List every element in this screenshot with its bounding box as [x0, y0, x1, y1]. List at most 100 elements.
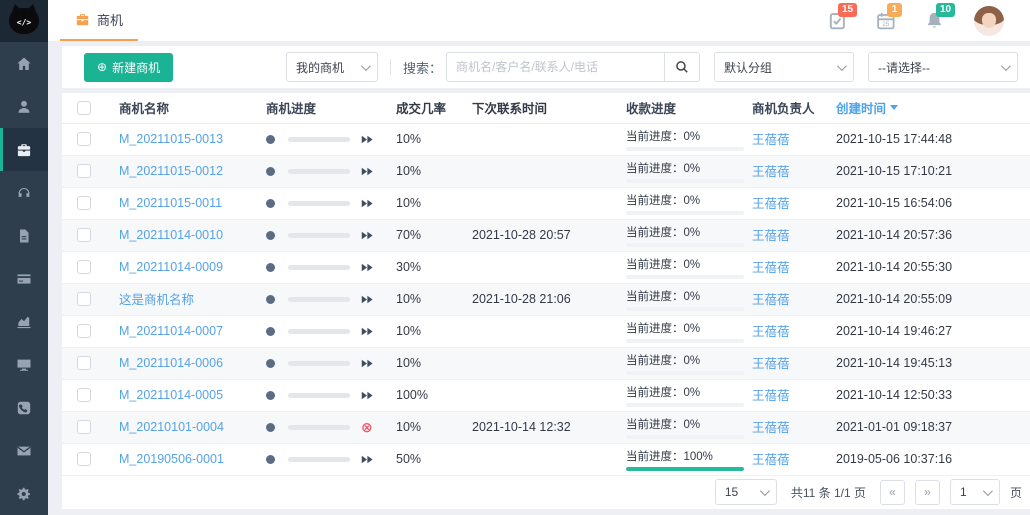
user-avatar[interactable] [974, 6, 1004, 36]
deal-probability: 100% [396, 388, 472, 402]
page-size-select[interactable]: 15 [715, 479, 777, 505]
sidebar-item-document[interactable] [0, 214, 48, 257]
plus-circle-icon: ⊕ [97, 61, 107, 73]
payment-progress-cell: 当前进度：0% [626, 256, 752, 279]
calendar-notification[interactable]: 251 [876, 11, 895, 30]
opportunity-name-link[interactable]: M_20211014-0007 [119, 324, 223, 338]
owner-link[interactable]: 王蓓蓓 [752, 293, 790, 307]
prev-page-button[interactable]: « [880, 480, 905, 505]
owner-link[interactable]: 王蓓蓓 [752, 357, 790, 371]
sidebar-item-user[interactable] [0, 85, 48, 128]
table-row: M_20211014-000710%当前进度：0%王蓓蓓2021-10-14 1… [62, 316, 1030, 348]
opportunity-name-link[interactable]: M_20211014-0005 [119, 388, 223, 402]
row-checkbox[interactable] [77, 164, 91, 178]
owner-link[interactable]: 王蓓蓓 [752, 165, 790, 179]
opportunity-name-link[interactable]: 这是商机名称 [119, 293, 194, 307]
owner-cell: 王蓓蓓 [752, 353, 836, 373]
opportunity-name-cell: M_20211015-0012 [106, 162, 266, 180]
tab-opportunities[interactable]: 商机 [60, 0, 138, 41]
row-checkbox[interactable] [77, 292, 91, 306]
deal-probability: 10% [396, 356, 472, 370]
search-button[interactable] [664, 52, 700, 82]
opportunity-name-link[interactable]: M_20211015-0011 [119, 196, 222, 210]
column-header-6[interactable]: 创建时间 [836, 98, 1030, 117]
new-opportunity-button[interactable]: ⊕ 新建商机 [84, 53, 173, 82]
app-logo[interactable]: </> [0, 0, 48, 42]
bell-notification[interactable]: 10 [925, 11, 944, 30]
search-input[interactable] [446, 52, 664, 82]
owner-link[interactable]: 王蓓蓓 [752, 389, 790, 403]
tasks-notification[interactable]: 15 [827, 11, 846, 30]
payment-progress-cell: 当前进度：0% [626, 192, 752, 215]
sidebar-item-briefcase[interactable] [0, 128, 48, 171]
row-checkbox[interactable] [77, 388, 91, 402]
group-select[interactable]: 默认分组 [714, 52, 854, 82]
owner-cell: 王蓓蓓 [752, 129, 836, 149]
row-checkbox[interactable] [77, 420, 91, 434]
scope-select[interactable]: 我的商机 [286, 52, 378, 82]
owner-cell: 王蓓蓓 [752, 417, 836, 437]
deal-probability: 10% [396, 132, 472, 146]
opportunity-name-link[interactable]: M_20210101-0004 [119, 420, 224, 434]
opportunity-name-link[interactable]: M_20211014-0010 [119, 228, 223, 242]
next-page-button[interactable]: » [915, 480, 940, 505]
owner-link[interactable]: 王蓓蓓 [752, 197, 790, 211]
payment-progress-track [626, 467, 744, 471]
payment-progress-label: 当前进度：0% [626, 224, 752, 240]
sidebar-item-monitor[interactable] [0, 343, 48, 386]
opportunity-name-link[interactable]: M_20211015-0013 [119, 132, 223, 146]
payment-progress-label: 当前进度：100% [626, 448, 752, 464]
owner-link[interactable]: 王蓓蓓 [752, 421, 790, 435]
header-checkbox-cell [62, 101, 106, 115]
stage-progress-track [288, 169, 350, 174]
owner-link[interactable]: 王蓓蓓 [752, 325, 790, 339]
scope-select-value: 我的商机 [296, 59, 344, 76]
deal-probability: 10% [396, 324, 472, 338]
row-checkbox[interactable] [77, 324, 91, 338]
stage-progress-cell [266, 167, 396, 176]
sidebar-item-headset[interactable] [0, 171, 48, 214]
toolbar-filters: 我的商机 搜索： 默认分组 --请选择-- [286, 52, 1018, 82]
sidebar-item-mail[interactable] [0, 429, 48, 472]
opportunity-name-link[interactable]: M_20211014-0009 [119, 260, 223, 274]
row-checkbox-cell [62, 228, 106, 242]
select-all-checkbox[interactable] [77, 101, 91, 115]
owner-link[interactable]: 王蓓蓓 [752, 229, 790, 243]
stage-dot-icon [266, 167, 275, 176]
sidebar-item-home[interactable] [0, 42, 48, 85]
opportunity-name-cell: M_20211014-0010 [106, 226, 266, 244]
row-checkbox[interactable] [77, 228, 91, 242]
sidebar-item-phone[interactable] [0, 386, 48, 429]
row-checkbox[interactable] [77, 356, 91, 370]
headset-icon [16, 185, 32, 201]
payment-progress-label: 当前进度：0% [626, 192, 752, 208]
opportunity-name-link[interactable]: M_20190506-0001 [119, 452, 224, 466]
stage-progress-track [288, 297, 350, 302]
created-time: 2019-05-06 10:37:16 [836, 452, 1030, 466]
row-checkbox-cell [62, 388, 106, 402]
sidebar-item-card[interactable] [0, 257, 48, 300]
owner-link[interactable]: 王蓓蓓 [752, 133, 790, 147]
stage-progress-track [288, 393, 350, 398]
sidebar-item-chart[interactable] [0, 300, 48, 343]
row-checkbox[interactable] [77, 196, 91, 210]
stage-dot-icon [266, 295, 275, 304]
opportunity-name-link[interactable]: M_20211015-0012 [119, 164, 223, 178]
opportunity-name-link[interactable]: M_20211014-0006 [119, 356, 223, 370]
stage-progress-track [288, 265, 350, 270]
sidebar-item-gear[interactable] [0, 472, 48, 515]
new-opportunity-label: 新建商机 [112, 59, 160, 76]
row-checkbox[interactable] [77, 132, 91, 146]
owner-link[interactable]: 王蓓蓓 [752, 261, 790, 275]
stage-progress-cell [266, 455, 396, 464]
page-number-select[interactable]: 1 [950, 479, 1000, 505]
page-number-value: 1 [960, 485, 967, 499]
stage-progress-cell [266, 359, 396, 368]
row-checkbox[interactable] [77, 260, 91, 274]
filter-select[interactable]: --请选择-- [868, 52, 1018, 82]
created-time: 2021-10-14 20:57:36 [836, 228, 1030, 242]
owner-link[interactable]: 王蓓蓓 [752, 453, 790, 467]
fast-forward-icon [361, 199, 373, 208]
row-checkbox[interactable] [77, 452, 91, 466]
opportunity-name-cell: M_20190506-0001 [106, 450, 266, 468]
